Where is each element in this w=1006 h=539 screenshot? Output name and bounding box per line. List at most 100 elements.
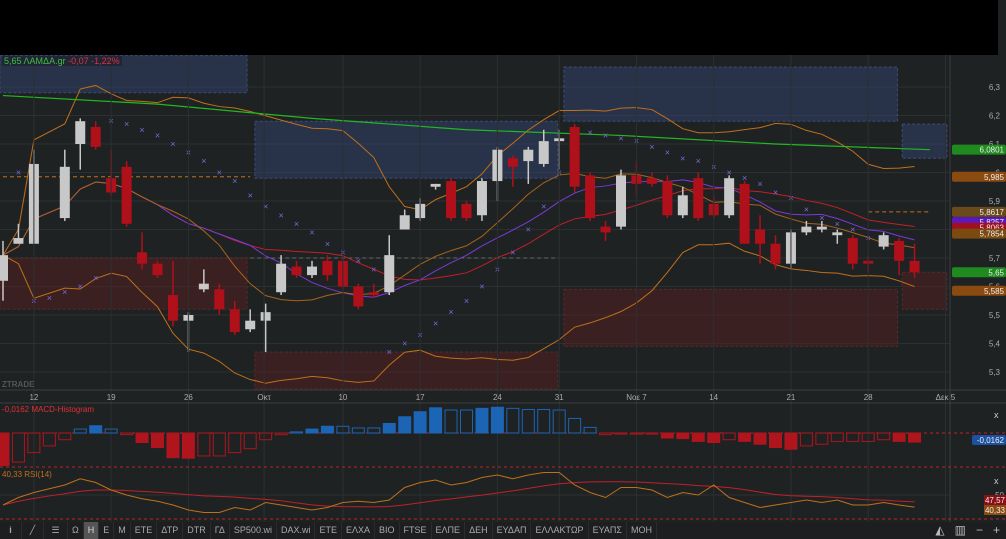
- x-tick-label: 26: [184, 393, 193, 402]
- sar-point: ×: [510, 247, 515, 257]
- candle-body: [399, 215, 410, 230]
- sar-point: ×: [696, 156, 701, 166]
- candle-body: [739, 183, 750, 244]
- sar-point: ×: [850, 225, 855, 235]
- candle-body: [307, 266, 317, 276]
- candle-body: [569, 126, 580, 187]
- corner: [998, 0, 1006, 55]
- sar-point: ×: [773, 187, 778, 197]
- sar-point: ×: [804, 205, 809, 215]
- macd-bar: [784, 432, 798, 450]
- toolbar-symbol-5[interactable]: ΔΤΡ: [157, 522, 184, 539]
- demand-zone: [901, 271, 948, 310]
- sar-point: ×: [356, 256, 361, 266]
- candle-body: [816, 226, 827, 230]
- candle-body: [801, 226, 812, 233]
- y-tick-label: 5,3: [989, 368, 1001, 377]
- toolbar-symbol-10[interactable]: ΕΤΕ: [315, 522, 342, 539]
- y-tick-label: 6,2: [989, 112, 1001, 121]
- toolbar-symbol-8[interactable]: SP500.wi: [230, 522, 277, 539]
- macd-bar: [691, 432, 705, 442]
- demand-zone: [563, 288, 899, 347]
- y-tick-label: 6,3: [989, 83, 1001, 92]
- macd-close-icon[interactable]: x: [994, 410, 999, 420]
- candle-body: [755, 229, 766, 244]
- sar-point: ×: [387, 347, 392, 357]
- macd-bar: [769, 432, 782, 449]
- candle-body: [724, 178, 735, 216]
- toolbar-symbol-19[interactable]: ΜΟΗ: [627, 522, 657, 539]
- candle-body: [847, 238, 858, 264]
- rsi-ma-tag-label: 47,57: [985, 496, 1006, 505]
- candle-body: [878, 235, 889, 247]
- macd-bar: [660, 432, 674, 439]
- candle-body: [538, 141, 549, 164]
- candle-body: [167, 295, 178, 321]
- draw-line-icon[interactable]: ╱: [22, 522, 44, 539]
- sar-point: ×: [93, 273, 98, 283]
- candle-body: [0, 255, 8, 281]
- symbol-header: 5,65 ΛΑΜΔΑ.gr -0,07 -1,22%: [2, 56, 122, 66]
- toolbar-symbol-16[interactable]: ΕΥΔΑΠ: [493, 522, 532, 539]
- info-icon[interactable]: i: [0, 522, 22, 539]
- toolbar-symbol-17[interactable]: ΕΛΛΑΚΤΩΡ: [531, 522, 589, 539]
- candle-body: [75, 121, 86, 144]
- candle-body: [770, 243, 781, 264]
- toolbar-symbol-3[interactable]: Μ: [114, 522, 131, 539]
- zoom-in-icon[interactable]: +: [993, 522, 1000, 539]
- candle-body: [90, 126, 101, 147]
- sar-point: ×: [139, 125, 144, 135]
- candle-body: [152, 263, 163, 276]
- candle-body: [198, 283, 209, 290]
- sar-point: ×: [433, 319, 438, 329]
- sar-point: ×: [835, 219, 840, 229]
- toolbar-symbol-9[interactable]: DAX.wi: [277, 522, 316, 539]
- watermark: ZTRADE: [2, 380, 35, 389]
- toolbar-symbol-1[interactable]: Η: [83, 522, 100, 539]
- supply-zone: [563, 66, 899, 122]
- price-tag-label: 5,8617: [980, 208, 1005, 217]
- zoom-out-icon[interactable]: −: [976, 522, 983, 539]
- x-tick-label: 10: [338, 393, 347, 402]
- candle-body: [245, 320, 256, 330]
- toolbar-symbol-0[interactable]: Ω: [68, 522, 84, 539]
- macd-bar: [892, 432, 906, 442]
- price-tag-label: 5,65: [988, 268, 1004, 277]
- toolbar-symbol-15[interactable]: ΔΕΗ: [465, 522, 493, 539]
- toolbar-symbol-6[interactable]: DTR: [183, 522, 211, 539]
- macd-bar: [305, 428, 319, 434]
- price-tag-label: 5,7854: [980, 230, 1005, 239]
- bar-chart-icon[interactable]: ▥: [955, 522, 966, 539]
- area-chart-icon[interactable]: ◭: [935, 522, 944, 539]
- supply-zone: [901, 123, 948, 159]
- y-tick-label: 5,4: [989, 340, 1001, 349]
- sar-point: ×: [665, 148, 670, 158]
- toolbar-symbol-14[interactable]: ΕΛΠΕ: [432, 522, 466, 539]
- x-tick-label: Οκτ: [257, 393, 271, 402]
- toolbar-symbol-12[interactable]: ΒΙΟ: [375, 522, 400, 539]
- macd-bar: [490, 406, 504, 434]
- candle-body: [909, 260, 920, 273]
- sar-point: ×: [16, 168, 21, 178]
- toolbar-symbol-7[interactable]: ΓΔ: [211, 522, 230, 539]
- toolbar-symbol-18[interactable]: ΕΥΑΠΣ: [589, 522, 627, 539]
- candle-body: [121, 166, 132, 224]
- sar-point: ×: [402, 339, 407, 349]
- macd-bar: [908, 432, 922, 443]
- macd-bar: [398, 416, 412, 434]
- toolbar-symbol-11[interactable]: ΕΛΧΑ: [342, 522, 376, 539]
- macd-bar: [707, 432, 721, 444]
- toolbar-symbol-4[interactable]: ΕΤΕ: [131, 522, 158, 539]
- x-tick-label: 28: [864, 393, 873, 402]
- chart-canvas[interactable]: × × × × × × × × × × × × × × × × × × × × × × × × × × × × × × × × × × × × × × × ×…: [0, 0, 1006, 539]
- sar-point: ×: [248, 190, 253, 200]
- sar-point: ×: [526, 225, 531, 235]
- lines-icon[interactable]: ☰: [44, 522, 68, 539]
- candle-body: [616, 175, 626, 227]
- candle-body: [523, 149, 534, 162]
- toolbar-symbol-13[interactable]: FTSE: [400, 522, 432, 539]
- rsi-close-icon[interactable]: x: [994, 476, 999, 486]
- toolbar-symbol-2[interactable]: Ε: [99, 522, 115, 539]
- candle-body: [430, 183, 441, 187]
- macd-bar: [181, 432, 195, 459]
